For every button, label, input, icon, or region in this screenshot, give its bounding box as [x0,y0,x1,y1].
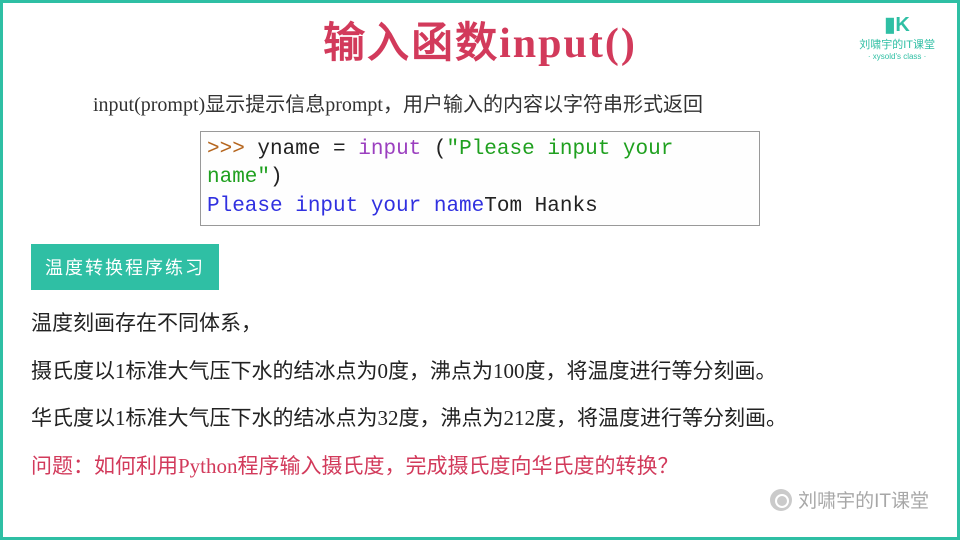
wechat-icon [770,489,792,511]
watermark: 刘啸宇的IT课堂 [770,486,929,513]
code-fn: input [358,138,434,161]
body-text: 温度刻画存在不同体系， 摄氏度以1标准大气压下水的结冰点为0度，沸点为100度，… [31,308,929,482]
paragraph-2: 摄氏度以1标准大气压下水的结冰点为0度，沸点为100度，将温度进行等分刻画。 [31,356,929,388]
repl-prompt: >>> [207,138,257,161]
section-badge: 温度转换程序练习 [31,244,219,290]
code-line-1: >>> yname = input ("Please input your na… [207,136,753,193]
code-lparen: ( [434,138,447,161]
watermark-text: 刘啸宇的IT课堂 [798,486,929,513]
logo-sub: · xysold's class · [859,52,935,62]
description: input(prompt)显示提示信息prompt，用户输入的内容以字符串形式返… [93,88,917,117]
code-rparen: ) [270,166,283,189]
slide: ▮K 刘啸宇的IT课堂 · xysold's class · 输入函数input… [0,0,960,540]
output-prompt: Please input your name [207,195,484,218]
code-eq: = [333,138,358,161]
paragraph-1: 温度刻画存在不同体系， [31,308,929,340]
brand-logo: ▮K 刘啸宇的IT课堂 · xysold's class · [859,13,935,62]
code-line-2: Please input your nameTom Hanks [207,193,753,221]
output-input: Tom Hanks [484,195,597,218]
code-var: yname [257,138,333,161]
logo-name: 刘啸宇的IT课堂 [859,39,935,51]
logo-mark: ▮K [859,13,935,37]
page-title: 输入函数input() [3,9,957,70]
question: 问题：如何利用Python程序输入摄氏度，完成摄氏度向华氏度的转换？ [31,451,929,483]
paragraph-3: 华氏度以1标准大气压下水的结冰点为32度，沸点为212度，将温度进行等分刻画。 [31,403,929,435]
code-sample: >>> yname = input ("Please input your na… [200,131,760,226]
